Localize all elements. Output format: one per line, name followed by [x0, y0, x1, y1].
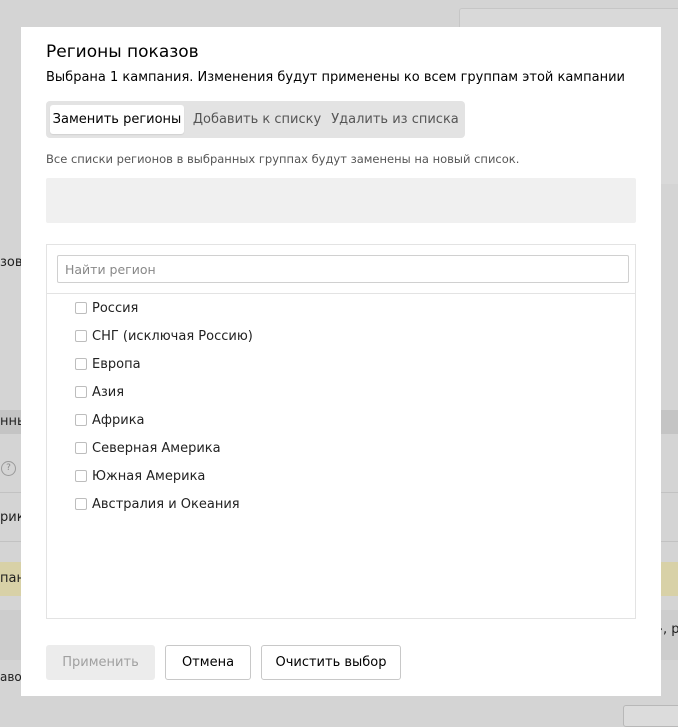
region-checkbox[interactable]: [75, 358, 87, 370]
region-label: Россия: [92, 300, 139, 316]
region-item-north-america[interactable]: Северная Америка: [75, 438, 221, 458]
region-item-russia[interactable]: Россия: [75, 298, 138, 318]
dialog-title: Регионы показов: [46, 42, 199, 62]
dialog-subtitle: Выбрана 1 кампания. Изменения будут прим…: [46, 70, 625, 85]
background-text: зов: [0, 255, 23, 270]
tab-remove-from-list[interactable]: Удалить из списка: [330, 105, 460, 134]
region-item-oceania[interactable]: Австралия и Океания: [75, 494, 240, 514]
selected-regions-box: [46, 178, 636, 223]
region-label: СНГ (исключая Россию): [92, 328, 253, 344]
region-item-africa[interactable]: Африка: [75, 410, 145, 430]
help-icon: ?: [1, 461, 16, 476]
tab-add-to-list[interactable]: Добавить к списку: [187, 105, 327, 134]
region-label: Европа: [92, 356, 141, 372]
cancel-button[interactable]: Отмена: [165, 645, 251, 680]
region-checkbox[interactable]: [75, 330, 87, 342]
regions-dialog: Регионы показов Выбрана 1 кампания. Изме…: [21, 27, 661, 696]
region-label: Африка: [92, 412, 145, 428]
region-item-europe[interactable]: Европа: [75, 354, 141, 374]
region-label: Австралия и Океания: [92, 496, 240, 512]
region-checkbox[interactable]: [75, 470, 87, 482]
mode-tabs: Заменить регионы Добавить к списку Удали…: [46, 101, 465, 138]
search-wrap: [47, 245, 635, 294]
background-button: [623, 705, 678, 727]
region-checkbox[interactable]: [75, 414, 87, 426]
tab-replace-regions[interactable]: Заменить регионы: [50, 105, 184, 134]
apply-button[interactable]: Применить: [46, 645, 155, 680]
region-checkbox[interactable]: [75, 386, 87, 398]
region-search-input[interactable]: [57, 255, 629, 283]
region-panel: Россия СНГ (исключая Россию) Европа Азия…: [46, 244, 636, 619]
region-item-cis[interactable]: СНГ (исключая Россию): [75, 326, 253, 346]
region-checkbox[interactable]: [75, 302, 87, 314]
region-checkbox[interactable]: [75, 498, 87, 510]
region-checkbox[interactable]: [75, 442, 87, 454]
clear-selection-button[interactable]: Очистить выбор: [261, 645, 401, 680]
region-item-asia[interactable]: Азия: [75, 382, 124, 402]
region-item-south-america[interactable]: Южная Америка: [75, 466, 205, 486]
region-label: Южная Америка: [92, 468, 206, 484]
replace-note: Все списки регионов в выбранных группах …: [46, 152, 520, 166]
region-label: Азия: [92, 384, 125, 400]
region-label: Северная Америка: [92, 440, 221, 456]
